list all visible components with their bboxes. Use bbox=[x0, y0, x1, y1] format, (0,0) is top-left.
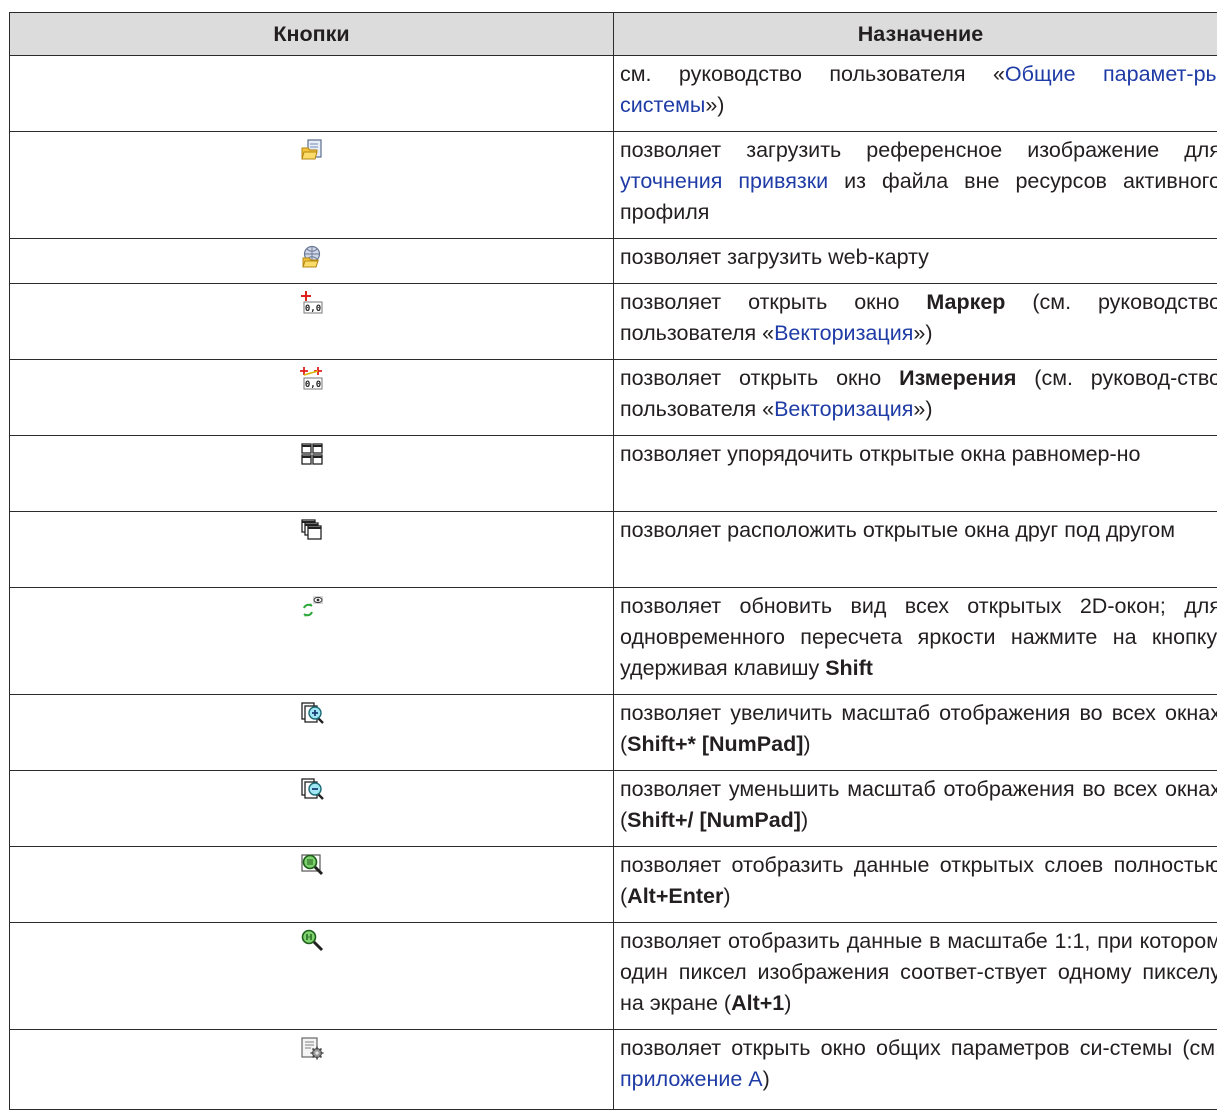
description-text: позволяет открыть окно bbox=[620, 290, 926, 314]
svg-text:0,0: 0,0 bbox=[304, 380, 320, 390]
table-row: позволяет упорядочить открытые окна равн… bbox=[10, 436, 1217, 512]
description-text: позволяет отобразить данные в масштабе 1… bbox=[620, 929, 1217, 1015]
column-header-purpose: Назначение bbox=[614, 13, 1217, 56]
description-cell: позволяет отобразить данные в масштабе 1… bbox=[614, 923, 1217, 1030]
table-header-row: Кнопки Назначение bbox=[10, 13, 1217, 56]
table-row: 0,0 позволяет открыть окно Маркер (см. р… bbox=[10, 284, 1217, 360]
description-text: позволяет загрузить web-карту bbox=[620, 245, 929, 269]
table-row: позволяет увеличить масштаб отображения … bbox=[10, 695, 1217, 771]
table-row: позволяет отобразить данные в масштабе 1… bbox=[10, 923, 1217, 1030]
description-text: позволяет упорядочить открытые окна равн… bbox=[620, 442, 1141, 466]
description-text: ») bbox=[705, 93, 724, 117]
load-web-map-icon[interactable] bbox=[300, 245, 324, 269]
button-cell bbox=[10, 771, 614, 847]
description-text: ) bbox=[763, 1067, 770, 1091]
table-row: позволяет открыть окно общих параметров … bbox=[10, 1030, 1217, 1110]
zoom-out-all-windows-icon[interactable] bbox=[300, 777, 324, 801]
system-settings-icon[interactable] bbox=[300, 1036, 324, 1060]
cascade-windows-icon[interactable] bbox=[300, 518, 324, 542]
description-text: позволяет открыть окно общих параметров … bbox=[620, 1036, 1217, 1060]
shortcut-key: Shift+* [NumPad] bbox=[627, 732, 803, 756]
table-row: см. руководство пользователя «Общие пара… bbox=[10, 56, 1217, 132]
button-cell bbox=[10, 588, 614, 695]
column-header-buttons: Кнопки bbox=[10, 13, 614, 56]
button-cell: 0,0 bbox=[10, 360, 614, 436]
link-appendix-a[interactable]: приложение А bbox=[620, 1067, 763, 1091]
tile-windows-icon[interactable] bbox=[300, 442, 324, 466]
description-text: позволяет расположить открытые окна друг… bbox=[620, 518, 1175, 542]
description-text: ») bbox=[913, 321, 932, 345]
description-text: ) bbox=[803, 732, 810, 756]
zoom-in-all-windows-icon[interactable] bbox=[300, 701, 324, 725]
link-refine-georeference[interactable]: уточнения привязки bbox=[620, 169, 828, 193]
button-cell bbox=[10, 1030, 614, 1110]
button-cell bbox=[10, 923, 614, 1030]
description-cell: позволяет расположить открытые окна друг… bbox=[614, 512, 1217, 588]
button-cell bbox=[10, 56, 614, 132]
description-text: ) bbox=[784, 991, 791, 1015]
description-text: ») bbox=[913, 397, 932, 421]
description-cell: позволяет открыть окно Маркер (см. руков… bbox=[614, 284, 1217, 360]
table-row: позволяет расположить открытые окна друг… bbox=[10, 512, 1217, 588]
svg-text:0,0: 0,0 bbox=[304, 304, 320, 314]
zoom-to-extent-icon[interactable] bbox=[300, 853, 324, 877]
table-row: позволяет отобразить данные открытых сло… bbox=[10, 847, 1217, 923]
description-text: см. руководство пользователя « bbox=[620, 62, 1005, 86]
description-cell: позволяет загрузить web-карту bbox=[614, 239, 1217, 284]
marker-window-icon[interactable]: 0,0 bbox=[300, 290, 324, 314]
buttons-table: Кнопки Назначение см. руководство пользо… bbox=[9, 12, 1217, 1110]
description-cell: позволяет загрузить референсное изображе… bbox=[614, 132, 1217, 239]
shortcut-key: Shift+/ [NumPad] bbox=[627, 808, 801, 832]
table-row: 0,0 позволяет открыть окно Измерения (см… bbox=[10, 360, 1217, 436]
description-text: позволяет загрузить референсное изображе… bbox=[620, 138, 1217, 162]
button-cell bbox=[10, 847, 614, 923]
table-row: позволяет загрузить референсное изображе… bbox=[10, 132, 1217, 239]
window-name-marker: Маркер bbox=[926, 290, 1005, 314]
description-cell: см. руководство пользователя «Общие пара… bbox=[614, 56, 1217, 132]
description-text: позволяет открыть окно bbox=[620, 366, 899, 390]
button-cell bbox=[10, 436, 614, 512]
description-cell: позволяет отобразить данные открытых сло… bbox=[614, 847, 1217, 923]
load-reference-image-icon[interactable] bbox=[300, 138, 324, 162]
description-text: ) bbox=[801, 808, 808, 832]
description-cell: позволяет открыть окно общих параметров … bbox=[614, 1030, 1217, 1110]
shortcut-key: Alt+Enter bbox=[627, 884, 723, 908]
button-cell: 0,0 bbox=[10, 284, 614, 360]
button-cell bbox=[10, 239, 614, 284]
description-cell: позволяет обновить вид всех открытых 2D-… bbox=[614, 588, 1217, 695]
description-cell: позволяет уменьшить масштаб отображения … bbox=[614, 771, 1217, 847]
description-cell: позволяет открыть окно Измерения (см. ру… bbox=[614, 360, 1217, 436]
button-cell bbox=[10, 132, 614, 239]
table-row: позволяет загрузить web-карту bbox=[10, 239, 1217, 284]
description-cell: позволяет увеличить масштаб отображения … bbox=[614, 695, 1217, 771]
button-cell bbox=[10, 695, 614, 771]
measurements-window-icon[interactable]: 0,0 bbox=[300, 366, 324, 390]
shortcut-key: Shift bbox=[825, 656, 873, 680]
link-vectorization[interactable]: Векторизация bbox=[774, 397, 913, 421]
button-cell bbox=[10, 512, 614, 588]
description-text: позволяет обновить вид всех открытых 2D-… bbox=[620, 594, 1217, 680]
zoom-1-to-1-icon[interactable] bbox=[300, 929, 324, 953]
table-row: позволяет уменьшить масштаб отображения … bbox=[10, 771, 1217, 847]
description-cell: позволяет упорядочить открытые окна равн… bbox=[614, 436, 1217, 512]
refresh-2d-windows-icon[interactable] bbox=[300, 594, 324, 618]
window-name-measurements: Измерения bbox=[899, 366, 1016, 390]
shortcut-key: Alt+1 bbox=[731, 991, 784, 1015]
table-row: позволяет обновить вид всех открытых 2D-… bbox=[10, 588, 1217, 695]
description-text: ) bbox=[723, 884, 730, 908]
link-vectorization[interactable]: Векторизация bbox=[774, 321, 913, 345]
